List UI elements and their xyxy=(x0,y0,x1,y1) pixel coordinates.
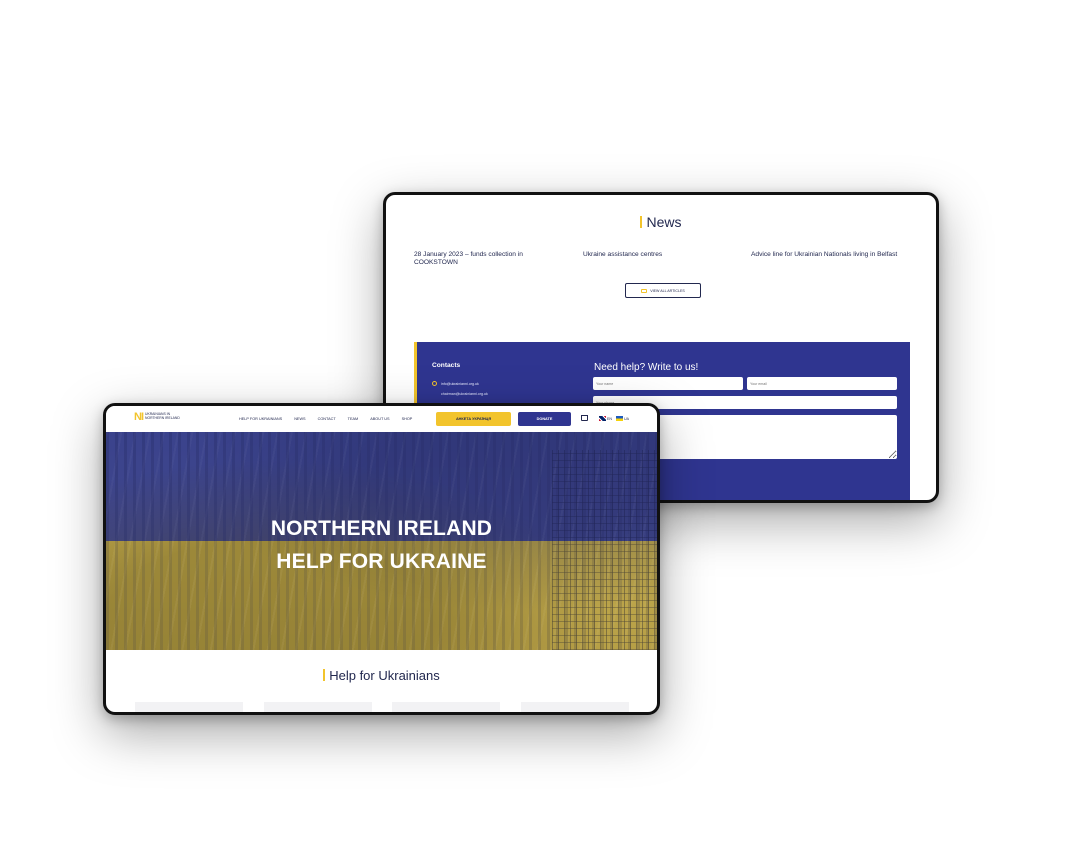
nav-item-team[interactable]: TEAM xyxy=(348,417,359,421)
lang-ua[interactable]: UA xyxy=(616,416,629,421)
mail-icon xyxy=(432,381,437,386)
help-card[interactable] xyxy=(264,702,372,712)
language-switcher: EN UA xyxy=(599,416,629,421)
news-heading: News xyxy=(386,214,936,230)
hero-title: NORTHERN IRELAND HELP FOR UKRAINE xyxy=(106,512,657,578)
site-logo[interactable]: NI UKRAINIANS IN NORTHERN IRELAND xyxy=(134,411,183,423)
form-title: Need help? Write to us! xyxy=(594,362,699,373)
view-all-label: VIEW ALL ARTICLES xyxy=(650,288,685,293)
contact-email-1[interactable]: info@ukrainianni.org.uk xyxy=(432,381,479,386)
nav-item-news[interactable]: NEWS xyxy=(294,417,305,421)
hero-banner: NORTHERN IRELAND HELP FOR UKRAINE xyxy=(106,432,657,650)
contact-email-2[interactable]: chairman@ukrainianni.org.uk xyxy=(441,392,488,396)
accent-bar xyxy=(323,669,326,681)
hero-line-1: NORTHERN IRELAND xyxy=(270,517,493,540)
contact-email-1-text: info@ukrainianni.org.uk xyxy=(441,381,479,386)
article-link[interactable]: Advice line for Ukrainian Nationals livi… xyxy=(751,251,931,259)
help-card[interactable] xyxy=(135,702,243,712)
article-link[interactable]: 28 January 2023 – funds collection in CO… xyxy=(414,251,554,267)
nav-item-contact[interactable]: CONTACT xyxy=(318,417,336,421)
donate-button[interactable]: DONATE xyxy=(518,412,571,426)
logo-mark: NI xyxy=(134,411,144,423)
main-nav: HELP FOR UKRAINIANS NEWS CONTACT TEAM AB… xyxy=(239,417,412,421)
arrow-icon xyxy=(641,288,648,293)
help-card[interactable] xyxy=(521,702,629,712)
name-input[interactable] xyxy=(593,377,743,390)
view-all-articles-button[interactable]: VIEW ALL ARTICLES xyxy=(625,283,701,298)
contact-email-2-text: chairman@ukrainianni.org.uk xyxy=(441,392,488,396)
lang-en[interactable]: EN xyxy=(599,416,612,421)
uk-flag-icon xyxy=(599,416,606,421)
ukraine-flag-icon xyxy=(616,416,623,421)
news-title-text: News xyxy=(646,214,682,230)
article-link[interactable]: Ukraine assistance centres xyxy=(583,251,723,259)
site-header: NI UKRAINIANS IN NORTHERN IRELAND HELP F… xyxy=(106,406,657,432)
accent-bar xyxy=(640,216,643,228)
home-screen: NI UKRAINIANS IN NORTHERN IRELAND HELP F… xyxy=(103,403,660,715)
hero-line-2: HELP FOR UKRAINE xyxy=(276,550,487,573)
cart-icon[interactable] xyxy=(581,415,588,421)
anketa-button[interactable]: АНКЕТА УКРАЇНЦЯ xyxy=(436,412,511,426)
help-section-heading: Help for Ukrainians xyxy=(106,668,657,683)
help-card[interactable] xyxy=(392,702,500,712)
nav-item-about-us[interactable]: ABOUT US xyxy=(370,417,389,421)
nav-item-help-for-ukrainians[interactable]: HELP FOR UKRAINIANS xyxy=(239,417,282,421)
logo-text: UKRAINIANS IN NORTHERN IRELAND xyxy=(145,412,180,420)
nav-item-shop[interactable]: SHOP xyxy=(402,417,413,421)
help-section-title: Help for Ukrainians xyxy=(329,668,440,683)
email-input[interactable] xyxy=(747,377,897,390)
contacts-title: Contacts xyxy=(432,362,461,369)
